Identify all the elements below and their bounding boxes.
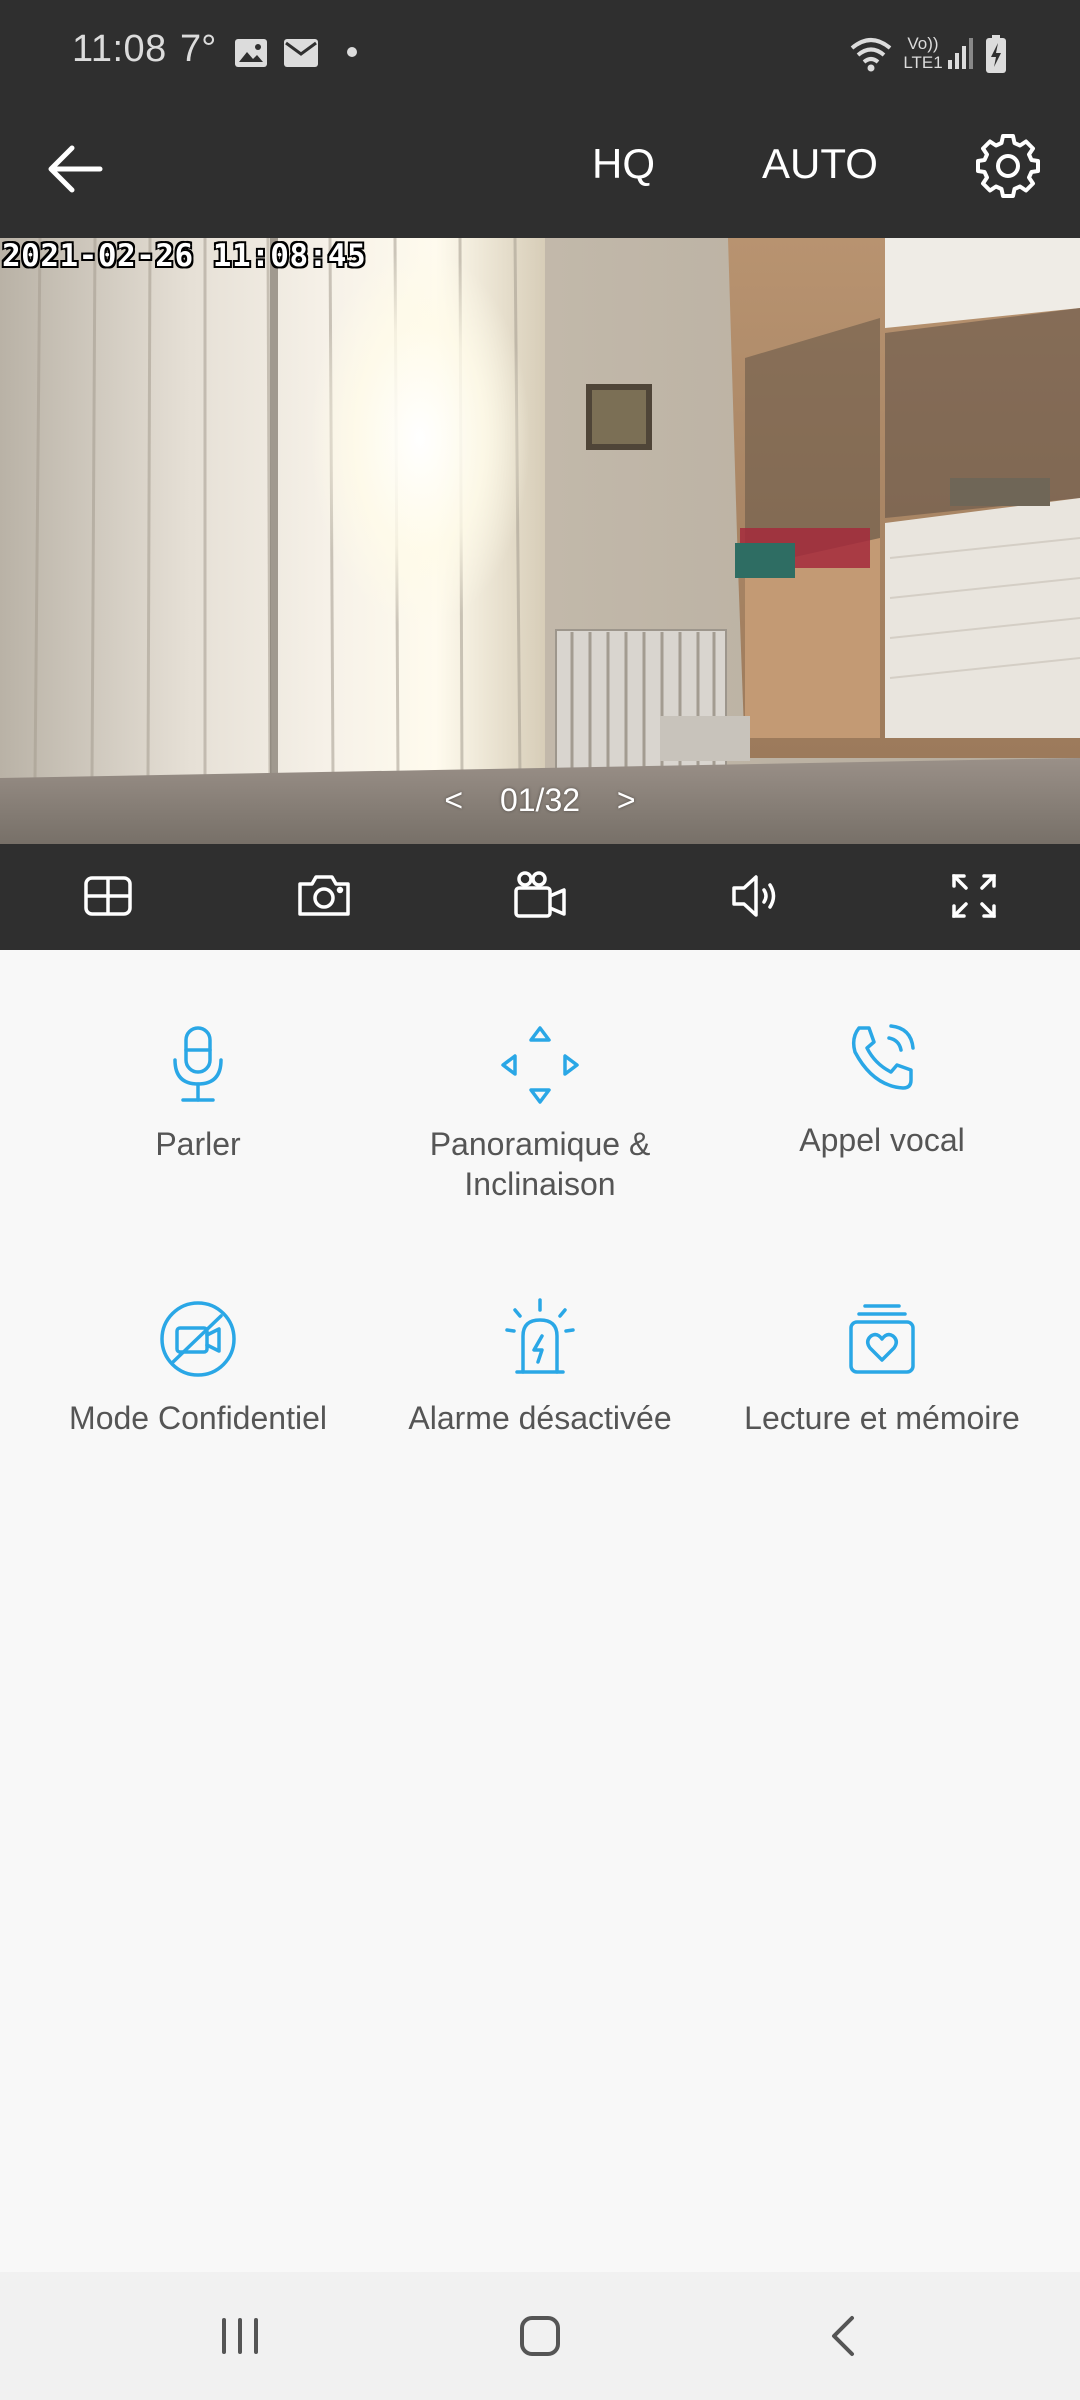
settings-button[interactable] — [975, 133, 1041, 199]
audio-toggle-button[interactable] — [726, 866, 786, 926]
battery-charging-icon — [986, 35, 1006, 73]
pager-prev-button[interactable]: < — [444, 782, 463, 818]
pan-tilt-arrows-icon — [501, 1026, 579, 1104]
top-bar: HQ AUTO — [0, 108, 1080, 238]
status-bar: 11:08 7° Vo)) LTE1 — [0, 0, 1080, 108]
home-button[interactable] — [510, 2306, 570, 2366]
feature-label: Panoramique & Inclinaison — [370, 1124, 710, 1204]
feature-label: Alarme désactivée — [408, 1400, 672, 1436]
system-nav-bar — [0, 2272, 1080, 2400]
volte-lte-icon: Vo)) LTE1 — [903, 34, 943, 72]
feature-label: Appel vocal — [799, 1122, 965, 1158]
speaker-icon — [732, 875, 776, 917]
feature-label: Lecture et mémoire — [744, 1400, 1020, 1436]
grid-view-button[interactable] — [78, 866, 138, 926]
pager-counter: 01/32 — [499, 782, 581, 818]
talk-button[interactable]: Parler — [28, 1020, 368, 1164]
fullscreen-icon — [952, 874, 996, 918]
gear-icon — [976, 134, 1040, 198]
back-icon — [832, 2316, 854, 2356]
video-pager: < 01/32 > — [0, 782, 1080, 819]
feature-label-line2: Inclinaison — [464, 1166, 616, 1202]
video-record-icon — [514, 871, 566, 918]
recent-apps-icon — [222, 2318, 258, 2354]
wifi-icon — [850, 38, 892, 72]
siren-icon — [505, 1298, 575, 1374]
voice-call-button[interactable]: Appel vocal — [712, 1016, 1052, 1160]
status-time: 11:08 — [72, 28, 167, 70]
alarm-button[interactable]: Alarme désactivée — [370, 1294, 710, 1438]
privacy-camera-off-icon — [160, 1301, 236, 1377]
privacy-mode-button[interactable]: Mode Confidentiel — [28, 1294, 368, 1438]
status-temperature: 7° — [180, 28, 217, 70]
grid-view-icon — [84, 876, 132, 916]
back-arrow-button[interactable] — [40, 134, 110, 204]
camera-icon — [298, 875, 350, 916]
dot-icon — [347, 47, 357, 57]
feature-label: Parler — [155, 1126, 241, 1162]
auto-mode-button[interactable]: AUTO — [762, 140, 878, 188]
arrow-left-icon — [48, 145, 103, 193]
playback-memory-button[interactable]: Lecture et mémoire — [712, 1294, 1052, 1438]
pan-tilt-button[interactable]: Panoramique & Inclinaison — [370, 1020, 710, 1204]
feature-grid: Parler Panoramique & Inclinaison Appel vo… — [0, 950, 1080, 2272]
mail-icon — [284, 39, 318, 67]
microphone-icon — [173, 1026, 223, 1102]
fullscreen-button[interactable] — [944, 866, 1004, 926]
playback-memory-icon — [849, 1304, 915, 1374]
recent-apps-button[interactable] — [210, 2306, 270, 2366]
home-icon — [520, 2316, 560, 2356]
feature-label-line1: Panoramique & — [429, 1126, 651, 1162]
camera-live-video[interactable]: 2021-02-26 11:08:45 < 01/32 > — [0, 238, 1080, 844]
video-timestamp: 2021-02-26 11:08:45 — [2, 238, 367, 274]
record-video-button[interactable] — [510, 866, 570, 926]
video-toolbar — [0, 844, 1080, 950]
video-frame — [0, 238, 1080, 844]
image-icon — [235, 39, 267, 67]
system-back-button[interactable] — [814, 2306, 874, 2366]
pager-next-button[interactable]: > — [617, 782, 636, 818]
snapshot-button[interactable] — [294, 866, 354, 926]
phone-call-icon — [851, 1024, 915, 1090]
hq-quality-button[interactable]: HQ — [592, 140, 655, 188]
signal-icon — [948, 38, 973, 69]
feature-label: Mode Confidentiel — [69, 1400, 327, 1436]
